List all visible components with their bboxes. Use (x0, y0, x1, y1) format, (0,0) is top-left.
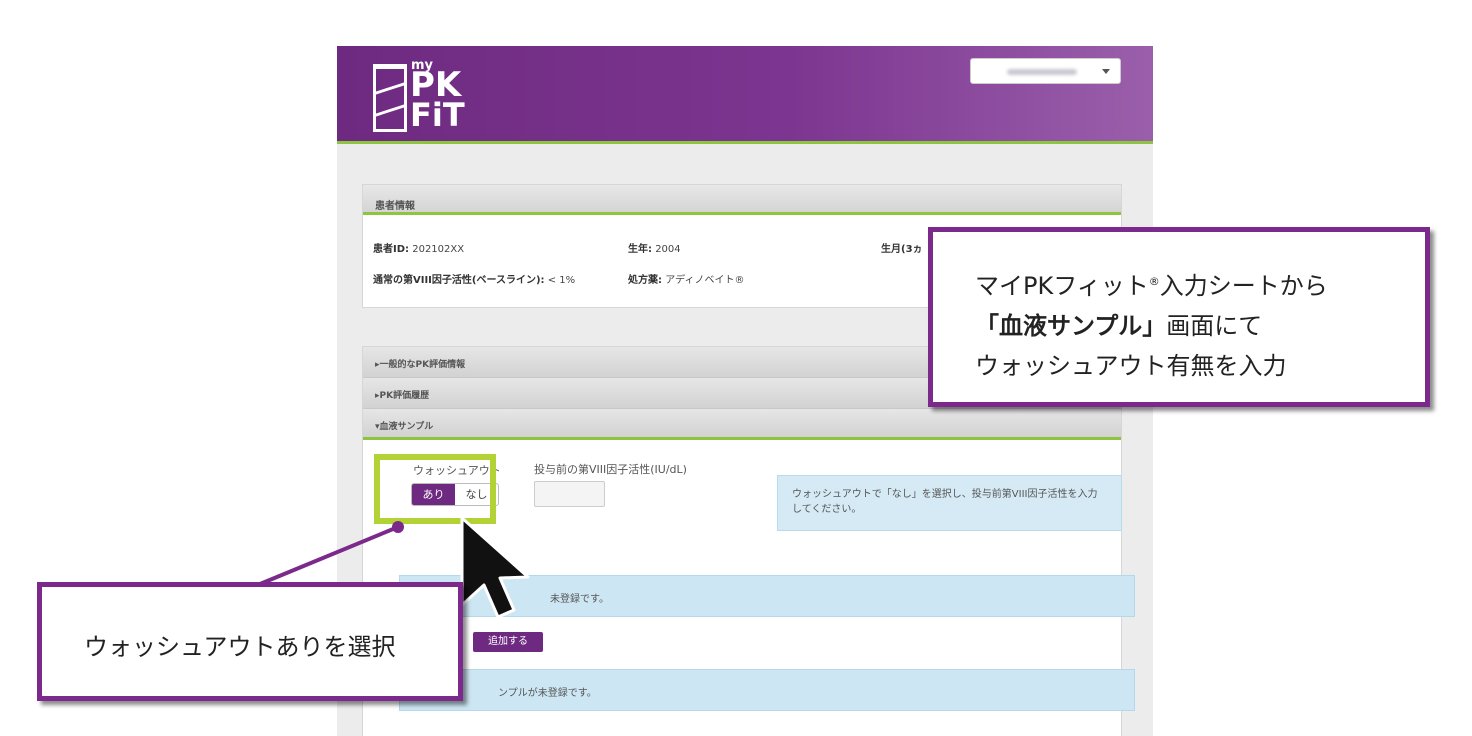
select-washout-text: ウォッシュアウトありを選択 (84, 633, 396, 661)
callout-connector-line (259, 525, 399, 586)
registered-mark: ® (1148, 275, 1160, 288)
callout-line-1: マイPKフィット®入力シートから (975, 262, 1425, 306)
select-washout-callout: ウォッシュアウトありを選択 (37, 582, 463, 701)
callout-line-1b: 入力シートから (1159, 272, 1328, 300)
callout-line-3: ウォッシュアウト有無を入力 (975, 352, 1287, 380)
callout-line-2: 「血液サンプル」画面にて (975, 306, 1425, 346)
callout-connector-dot (392, 521, 404, 533)
callout-line-1a: マイPKフィット (975, 272, 1149, 300)
mouse-cursor-icon (460, 516, 530, 619)
callout-line-2-bold: 「血液サンプル」 (975, 312, 1167, 340)
callout-line-2-rest: 画面にて (1166, 312, 1263, 340)
instruction-callout: マイPKフィット®入力シートから 「血液サンプル」画面にて ウォッシュアウト有無… (928, 227, 1430, 407)
